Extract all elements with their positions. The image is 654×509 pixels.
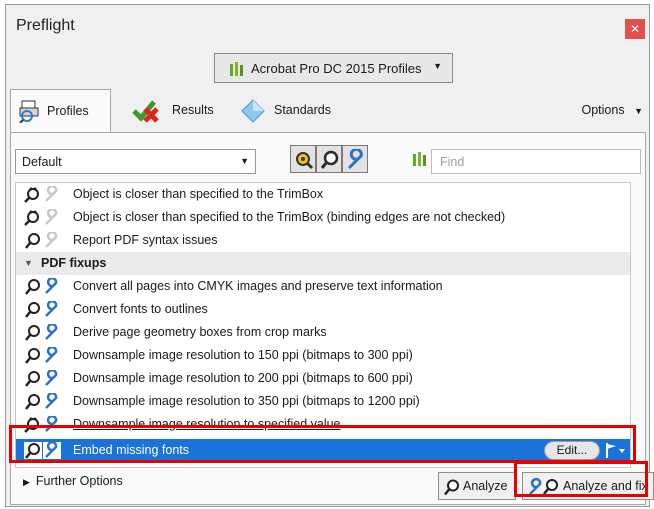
wrench-disabled-icon — [45, 232, 58, 248]
profile-library-dropdown[interactable]: Acrobat Pro DC 2015 Profiles ▼ — [214, 53, 453, 83]
list-item[interactable]: Report PDF syntax issues — [16, 229, 630, 252]
tab-results[interactable]: Results — [128, 89, 218, 132]
check-eye-icon — [296, 152, 314, 170]
wrench-icon — [45, 324, 58, 340]
list-item[interactable]: Downsample image resolution to 350 ppi (… — [16, 390, 630, 413]
tab-bar: Profiles Results Standards Options ▼ — [6, 89, 649, 132]
close-icon: ✕ — [629, 22, 641, 36]
analyze-label: Analyze — [463, 479, 508, 493]
profiles-icon — [19, 100, 39, 123]
list-item-label: Downsample image resolution to 200 ppi (… — [73, 371, 413, 385]
highlight-selected-row — [9, 425, 636, 463]
magnifier-icon — [25, 394, 40, 410]
profile-filter-value: Default — [22, 155, 62, 169]
magnifier-icon — [25, 233, 40, 249]
list-item[interactable]: Downsample image resolution to 200 ppi (… — [16, 367, 630, 390]
list-item[interactable]: Object is closer than specified to the T… — [16, 183, 630, 206]
options-menu[interactable]: Options ▼ — [582, 103, 644, 117]
profile-filter-select[interactable]: Default ▼ — [15, 149, 256, 174]
show-inspections-toggle[interactable] — [316, 145, 342, 173]
magnifier-icon — [25, 302, 40, 318]
wrench-icon — [45, 370, 58, 386]
options-label: Options — [581, 103, 625, 117]
find-input[interactable]: Find — [431, 149, 641, 174]
further-options-toggle[interactable]: ▶ Further Options — [23, 474, 123, 488]
show-profiles-toggle[interactable] — [407, 145, 433, 173]
magnifier-icon — [320, 150, 339, 169]
tab-profiles[interactable]: Profiles — [10, 89, 111, 132]
list-item-label: Downsample image resolution to 350 ppi (… — [73, 394, 420, 408]
tab-profiles-label: Profiles — [47, 104, 89, 118]
wrench-icon — [45, 301, 58, 317]
wrench-icon — [347, 149, 363, 170]
list-item-label: Convert fonts to outlines — [73, 302, 208, 316]
library-icon — [230, 62, 243, 76]
magnifier-icon — [25, 325, 40, 341]
library-icon — [413, 152, 426, 166]
check-editable-icon — [24, 187, 39, 203]
chevron-down-icon: ▼ — [433, 61, 442, 71]
title-bar: Preflight ✕ — [6, 5, 649, 49]
window-title: Preflight — [16, 17, 75, 34]
wrench-disabled-icon — [45, 186, 58, 202]
highlight-analyze-and-fix — [514, 461, 648, 497]
profile-library-label: Acrobat Pro DC 2015 Profiles — [251, 61, 422, 76]
wrench-icon — [45, 278, 58, 294]
magnifier-icon — [25, 279, 40, 295]
wrench-icon — [45, 393, 58, 409]
tab-results-label: Results — [172, 103, 214, 117]
list-item-label: Report PDF syntax issues — [73, 233, 218, 247]
group-header[interactable]: ▼ PDF fixups — [16, 252, 630, 275]
magnifier-icon — [25, 348, 40, 364]
further-options-label: Further Options — [35, 474, 123, 488]
group-header-label: PDF fixups — [41, 256, 107, 270]
collapse-triangle-icon: ▼ — [24, 258, 33, 268]
list-item[interactable]: Derive page geometry boxes from crop mar… — [16, 321, 630, 344]
list-item-label: Derive page geometry boxes from crop mar… — [73, 325, 327, 339]
check-editable-icon — [24, 210, 39, 226]
tab-standards-label: Standards — [274, 103, 331, 117]
list-item-label: Convert all pages into CMYK images and p… — [73, 279, 443, 293]
wrench-icon — [45, 347, 58, 363]
find-placeholder: Find — [440, 155, 465, 169]
close-button[interactable]: ✕ — [625, 19, 645, 39]
list-item-label: Object is closer than specified to the T… — [73, 187, 324, 201]
analyze-button[interactable]: Analyze — [438, 472, 516, 500]
wrench-disabled-icon — [45, 209, 58, 225]
chevron-down-icon: ▼ — [240, 156, 249, 166]
show-checks-toggle[interactable] — [290, 145, 316, 173]
list-item-label: Object is closer than specified to the T… — [73, 210, 506, 224]
list-item[interactable]: Downsample image resolution to 150 ppi (… — [16, 344, 630, 367]
standards-icon — [241, 99, 265, 123]
magnifier-icon — [444, 479, 459, 496]
results-icon — [132, 100, 159, 123]
tab-standards[interactable]: Standards — [236, 89, 346, 132]
list-item[interactable]: Convert fonts to outlines — [16, 298, 630, 321]
list-item-label: Downsample image resolution to 150 ppi (… — [73, 348, 413, 362]
chevron-down-icon: ▼ — [634, 106, 643, 116]
show-fixups-toggle[interactable] — [342, 145, 368, 173]
magnifier-icon — [25, 371, 40, 387]
list-item[interactable]: Object is closer than specified to the T… — [16, 206, 630, 229]
list-item[interactable]: Convert all pages into CMYK images and p… — [16, 275, 630, 298]
expand-triangle-icon: ▶ — [23, 477, 30, 487]
